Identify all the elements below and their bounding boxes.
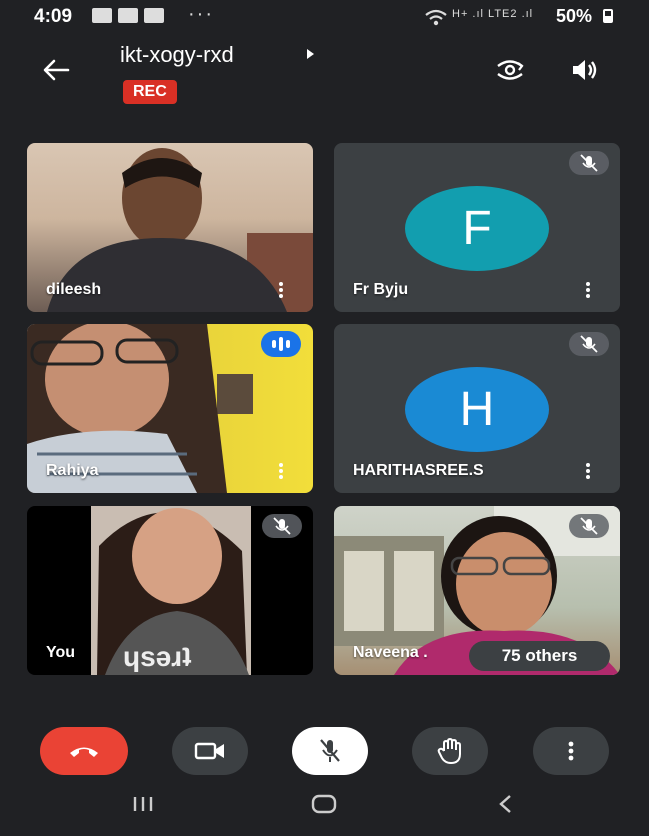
avatar-initial: H	[459, 383, 495, 436]
meeting-code[interactable]: ikt-xogy-rxd	[120, 42, 234, 68]
more-options-icon[interactable]	[279, 282, 283, 298]
notification-icons	[92, 8, 164, 23]
system-navigation-bar	[0, 786, 649, 836]
participant-tile-dileesh[interactable]: dileesh	[27, 143, 313, 312]
participant-name: dileesh	[46, 281, 102, 298]
speaking-indicator-icon	[261, 331, 301, 357]
mic-muted-icon	[569, 332, 609, 356]
mic-muted-icon	[569, 514, 609, 538]
gallery-notification-icon	[92, 8, 112, 23]
signal-indicator: H+ .ıl LTE2 .ıl	[452, 8, 534, 20]
back-icon[interactable]	[496, 794, 516, 814]
recent-apps-icon[interactable]	[130, 794, 156, 814]
more-options-icon[interactable]	[586, 463, 590, 479]
wifi-icon	[425, 9, 447, 26]
youtube-notification-icon	[118, 8, 138, 23]
battery-icon	[603, 9, 613, 23]
status-bar: 4:09 ··· H+ .ıl LTE2 .ıl 50%	[0, 0, 649, 34]
participant-name: Naveena .	[353, 644, 428, 661]
end-call-icon	[70, 747, 98, 757]
meeting-details-caret-icon[interactable]	[307, 49, 314, 59]
recording-badge: REC	[123, 80, 177, 104]
end-call-button[interactable]	[40, 727, 128, 775]
back-arrow-icon[interactable]	[40, 57, 72, 83]
raise-hand-icon	[437, 738, 461, 764]
raise-hand-button[interactable]	[412, 727, 488, 775]
youtube-notification-icon-2	[144, 8, 164, 23]
participant-name: HARITHASREE.S	[353, 462, 484, 479]
more-options-icon[interactable]	[279, 463, 283, 479]
status-time: 4:09	[34, 6, 73, 27]
participant-tile-rahiya[interactable]: Rahiya	[27, 324, 313, 493]
speaker-icon[interactable]	[569, 57, 601, 83]
participant-tile-you[interactable]: ɥsǝɹʇ You	[27, 506, 313, 675]
participant-avatar: H	[405, 367, 549, 452]
mic-off-icon	[320, 739, 340, 762]
more-options-icon[interactable]	[586, 282, 590, 298]
mic-muted-icon	[262, 514, 302, 538]
participant-tile-fr-byju[interactable]: F Fr Byju	[334, 143, 620, 312]
mic-muted-icon	[569, 151, 609, 175]
participant-name: Fr Byju	[353, 281, 409, 298]
svg-text:ɥsǝɹʇ: ɥsǝɹʇ	[123, 641, 191, 672]
more-options-icon	[568, 741, 574, 761]
participant-avatar: F	[405, 186, 549, 271]
participant-name: Rahiya	[46, 462, 99, 479]
participant-name: You	[46, 644, 76, 661]
avatar-initial: F	[462, 202, 492, 255]
more-notifications-icon: ···	[188, 3, 214, 25]
camera-icon	[194, 742, 224, 760]
camera-toggle-button[interactable]	[172, 727, 248, 775]
battery-percent: 50%	[556, 6, 593, 26]
others-participants-chip[interactable]: 75 others	[469, 641, 610, 671]
switch-camera-icon[interactable]	[494, 57, 526, 83]
more-options-button[interactable]	[533, 727, 609, 775]
participant-tile-harithasree[interactable]: H HARITHASREE.S	[334, 324, 620, 493]
home-icon[interactable]	[310, 794, 338, 814]
mic-toggle-button[interactable]	[292, 727, 368, 775]
